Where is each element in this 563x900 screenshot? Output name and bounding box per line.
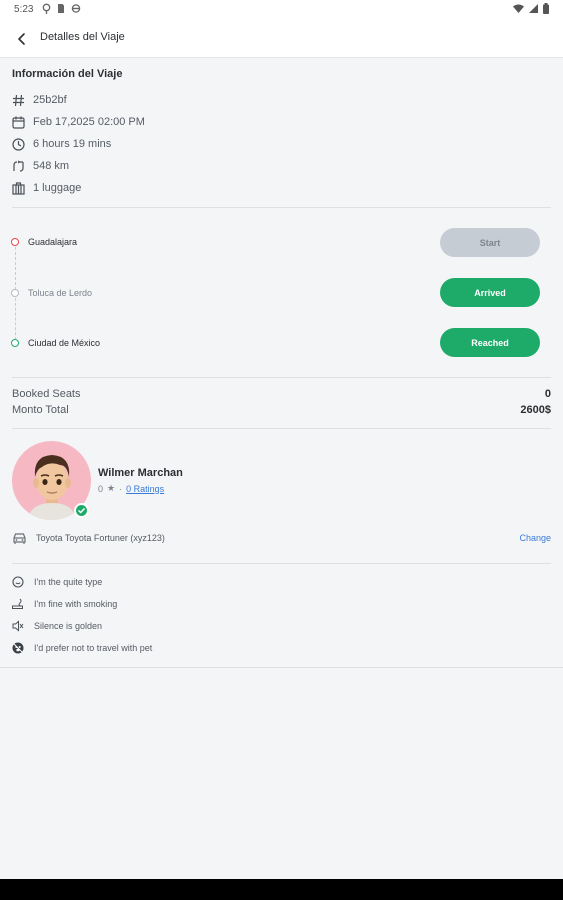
stop-marker-destination xyxy=(11,339,19,347)
trip-info-title: Información del Viaje xyxy=(12,68,123,80)
driver-rating: 0 ★ · 0 Ratings xyxy=(98,483,164,494)
battery-icon xyxy=(543,3,549,14)
route-icon xyxy=(13,160,24,172)
check-icon xyxy=(77,507,86,514)
change-vehicle-link[interactable]: Change xyxy=(519,533,551,543)
chevron-left-icon xyxy=(18,33,25,45)
preference-text: I'm the quite type xyxy=(34,577,103,587)
preference-item: I'm fine with smoking xyxy=(12,597,117,611)
back-button[interactable] xyxy=(12,29,32,49)
page-title: Detalles del Viaje xyxy=(40,31,125,43)
trip-distance-row: 548 km xyxy=(12,158,69,174)
stop-name-destination: Ciudad de México xyxy=(28,338,101,348)
trip-distance: 548 km xyxy=(33,160,70,172)
divider xyxy=(12,377,551,378)
trip-duration: 6 hours 19 mins xyxy=(33,138,112,150)
hash-icon xyxy=(13,94,24,106)
status-right-icons xyxy=(513,3,549,14)
preference-item: I'd prefer not to travel with pet xyxy=(12,641,152,655)
sim-card-icon xyxy=(58,4,64,13)
trip-date-row: Feb 17,2025 02:00 PM xyxy=(12,114,145,130)
status-left-icons xyxy=(42,3,81,14)
status-time: 5:23 xyxy=(14,4,34,15)
trip-date: Feb 17,2025 02:00 PM xyxy=(33,116,145,128)
driver-name: Wilmer Marchan xyxy=(98,467,183,479)
divider xyxy=(12,207,551,208)
stop-marker-origin xyxy=(11,238,19,246)
app-bar: Detalles del Viaje xyxy=(0,20,563,58)
start-button[interactable]: Start xyxy=(440,228,540,257)
booked-seats-label: Booked Seats xyxy=(12,388,81,400)
car-icon xyxy=(13,533,26,544)
trip-luggage: 1 luggage xyxy=(33,182,82,194)
wifi-icon xyxy=(513,4,524,13)
vehicle-description: Toyota Toyota Fortuner (xyz123) xyxy=(36,533,165,543)
booked-seats-value: 0 xyxy=(544,388,551,400)
preference-text: I'd prefer not to travel with pet xyxy=(34,643,153,653)
total-amount-label: Monto Total xyxy=(12,404,69,416)
location-icon xyxy=(42,3,51,14)
signal-icon xyxy=(529,4,538,13)
speaker-mute-icon xyxy=(12,620,24,632)
divider xyxy=(12,563,551,564)
trip-luggage-row: 1 luggage xyxy=(12,180,81,196)
preference-text: Silence is golden xyxy=(34,621,103,631)
divider xyxy=(12,428,551,429)
stop-marker-middle xyxy=(11,289,19,297)
section-bottom-divider xyxy=(0,667,563,668)
calendar-icon xyxy=(12,116,25,129)
route-connector xyxy=(14,247,16,290)
stop-name-origin: Guadalajara xyxy=(28,237,78,247)
chat-smile-icon xyxy=(12,576,24,588)
preference-text: I'm fine with smoking xyxy=(34,599,118,609)
arrived-button[interactable]: Arrived xyxy=(440,278,540,307)
rating-separator: · xyxy=(119,483,123,494)
rating-score: 0 xyxy=(98,483,104,494)
preference-item: Silence is golden xyxy=(12,619,102,633)
preference-item: I'm the quite type xyxy=(12,575,102,589)
trip-duration-row: 6 hours 19 mins xyxy=(12,136,111,152)
trip-id: 25b2bf xyxy=(33,94,67,106)
status-bar: 5:23 xyxy=(0,0,563,20)
stop-name-middle: Toluca de Lerdo xyxy=(28,288,93,298)
trip-id-row: 25b2bf xyxy=(12,92,67,108)
total-amount-value: 2600$ xyxy=(520,404,551,416)
smoking-icon xyxy=(12,598,23,609)
star-icon: ★ xyxy=(107,483,116,493)
ratings-link[interactable]: 0 Ratings xyxy=(126,484,164,494)
no-pet-icon xyxy=(12,642,24,654)
clock-icon xyxy=(12,137,25,151)
verified-badge xyxy=(74,503,89,518)
luggage-icon xyxy=(12,181,25,195)
system-navigation-bar xyxy=(0,879,563,900)
reached-button[interactable]: Reached xyxy=(440,328,540,357)
sync-icon xyxy=(71,4,81,13)
route-connector xyxy=(14,298,16,340)
